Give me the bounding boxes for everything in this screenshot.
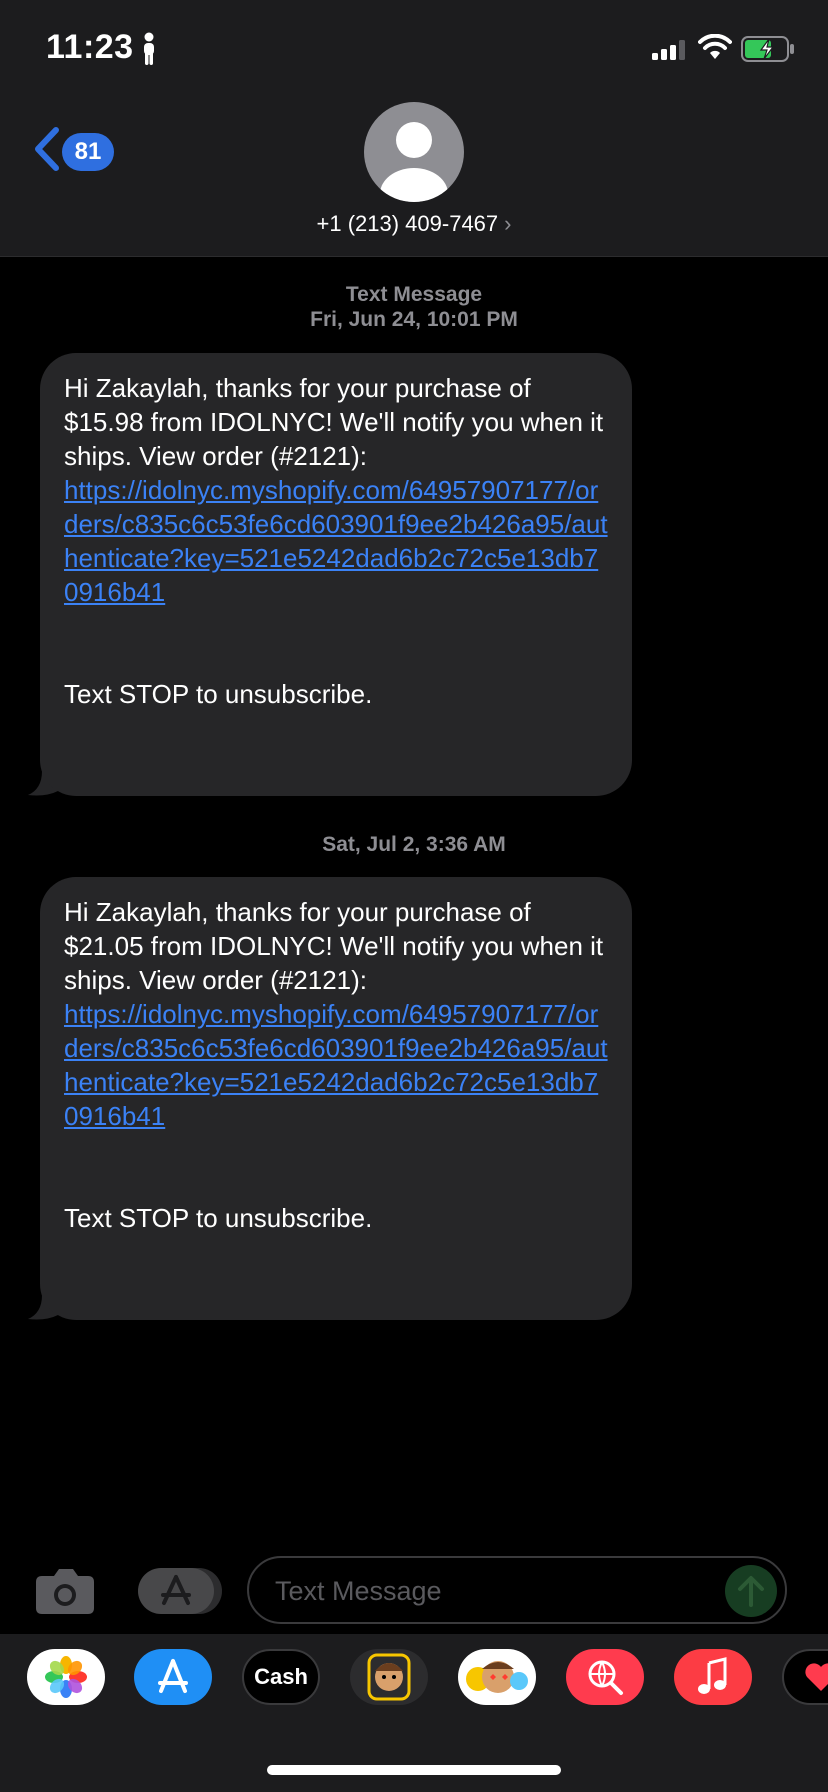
- memoji-stickers-icon[interactable]: [350, 1649, 428, 1705]
- app-store-button[interactable]: [138, 1568, 214, 1614]
- music-note-icon: [698, 1657, 727, 1694]
- app-store-glyph-icon: [161, 1575, 191, 1605]
- heart-icon: [805, 1663, 828, 1691]
- battery-charging-icon: [741, 36, 794, 62]
- app-store-icon[interactable]: [134, 1649, 212, 1705]
- message-service-label: Text Message: [345, 283, 483, 306]
- message-timestamp: Sat, Jul 2, 3:36 AM: [322, 833, 506, 856]
- animoji-faces-icon: [466, 1661, 528, 1693]
- message-text: Hi Zakaylah, thanks for your purchase of…: [64, 897, 604, 995]
- photos-app-icon[interactable]: [27, 1649, 105, 1705]
- unread-count-badge[interactable]: 81: [62, 133, 114, 171]
- message-input-field[interactable]: [247, 1556, 787, 1624]
- message-input[interactable]: [273, 1568, 717, 1614]
- arrow-up-icon: [738, 1576, 764, 1607]
- order-link[interactable]: https://idolnyc.myshopify.com/6495790717…: [64, 473, 608, 609]
- incoming-message-bubble: Hi Zakaylah, thanks for your purchase of…: [40, 877, 632, 1320]
- chevron-right-icon: ›: [504, 211, 512, 236]
- app-store-a-icon: [158, 1659, 188, 1693]
- image-search-icon[interactable]: [566, 1649, 644, 1705]
- wifi-icon: [698, 34, 732, 59]
- person-silhouette-icon: [380, 122, 448, 202]
- back-chevron-icon[interactable]: [32, 126, 60, 172]
- contact-phone-number[interactable]: +1 (213) 409-7467: [317, 211, 499, 236]
- incoming-message-bubble: Hi Zakaylah, thanks for your purchase of…: [40, 353, 632, 796]
- memoji-face-icon: [367, 1653, 411, 1701]
- music-icon[interactable]: [674, 1649, 752, 1705]
- order-link[interactable]: https://idolnyc.myshopify.com/6495790717…: [64, 997, 608, 1133]
- message-text: Hi Zakaylah, thanks for your purchase of…: [64, 373, 604, 471]
- digital-touch-icon[interactable]: [782, 1649, 828, 1705]
- status-time: 11:23: [46, 28, 134, 66]
- message-footer: Text STOP to unsubscribe.: [64, 1203, 373, 1233]
- conversation-header: 11:23 81 +1 (213) 409-7467 ›: [0, 0, 828, 257]
- fitness-walk-icon: [144, 32, 154, 65]
- message-footer: Text STOP to unsubscribe.: [64, 679, 373, 709]
- camera-icon[interactable]: [34, 1566, 96, 1616]
- globe-search-icon: [588, 1660, 623, 1695]
- cellular-signal-icon: [652, 40, 685, 60]
- send-button[interactable]: [725, 1565, 777, 1617]
- apple-cash-icon[interactable]: Cash: [242, 1649, 320, 1705]
- apple-cash-label: Cash: [254, 1664, 308, 1689]
- contact-avatar[interactable]: [364, 102, 464, 202]
- animoji-icon[interactable]: [458, 1649, 536, 1705]
- home-indicator[interactable]: [267, 1765, 561, 1775]
- message-timestamp: Fri, Jun 24, 10:01 PM: [310, 308, 518, 331]
- photos-flower-icon: [45, 1656, 87, 1698]
- contact-name[interactable]: +1 (213) 409-7467 ›: [0, 211, 828, 237]
